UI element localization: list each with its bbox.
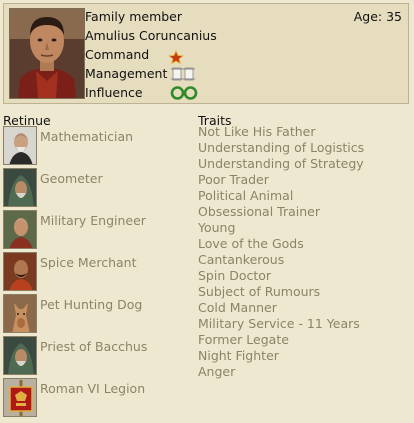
retinue-item-label: Geometer [40, 171, 103, 186]
retinue-item[interactable]: Spice Merchant [3, 252, 193, 293]
retinue-item[interactable]: Mathematician [3, 126, 193, 167]
trait-item[interactable]: Not Like His Father [198, 124, 364, 140]
dog-portrait[interactable] [3, 294, 37, 333]
trait-item[interactable]: Former Legate [198, 332, 364, 348]
trait-item[interactable]: Understanding of Logistics [198, 140, 364, 156]
scroll-icon[interactable] [170, 66, 196, 86]
priest-portrait[interactable] [3, 336, 37, 375]
trait-item[interactable]: Military Service - 11 Years [198, 316, 364, 332]
character-header: Family member Age: 35 Amulius Coruncaniu… [3, 3, 409, 104]
legion-standard[interactable] [3, 378, 37, 417]
geometer-portrait[interactable] [3, 168, 37, 207]
retinue-item[interactable]: Military Engineer [3, 210, 193, 251]
trait-item[interactable]: Cold Manner [198, 300, 364, 316]
trait-item[interactable]: Poor Trader [198, 172, 364, 188]
trait-item[interactable]: Cantankerous [198, 252, 364, 268]
retinue-item[interactable]: Pet Hunting Dog [3, 294, 193, 335]
trait-item[interactable]: Anger [198, 364, 364, 380]
influence-label: Influence [85, 85, 143, 100]
trait-item[interactable]: Night Fighter [198, 348, 364, 364]
traits-list: Not Like His Father Understanding of Log… [198, 124, 364, 380]
command-label: Command [85, 47, 150, 62]
merchant-portrait[interactable] [3, 252, 37, 291]
mathematician-portrait[interactable] [3, 126, 37, 165]
trait-item[interactable]: Understanding of Strategy [198, 156, 364, 172]
trait-item[interactable]: Subject of Rumours [198, 284, 364, 300]
management-label: Management [85, 66, 168, 81]
retinue-item-label: Priest of Bacchus [40, 339, 148, 354]
trait-item[interactable]: Political Animal [198, 188, 364, 204]
engineer-portrait[interactable] [3, 210, 37, 249]
trait-item[interactable]: Obsessional Trainer [198, 204, 364, 220]
laurel-icon[interactable] [170, 85, 198, 105]
retinue-item[interactable]: Geometer [3, 168, 193, 209]
retinue-item-label: Spice Merchant [40, 255, 137, 270]
trait-item[interactable]: Young [198, 220, 364, 236]
retinue-item-label: Roman VI Legion [40, 381, 146, 396]
panel-title: Family member [85, 9, 183, 24]
trait-item[interactable]: Spin Doctor [198, 268, 364, 284]
retinue-item[interactable]: Roman VI Legion [3, 378, 193, 419]
retinue-item-label: Military Engineer [40, 213, 146, 228]
retinue-item-label: Pet Hunting Dog [40, 297, 143, 312]
character-portrait[interactable] [9, 8, 85, 99]
retinue-item-label: Mathematician [40, 129, 134, 144]
trait-item[interactable]: Love of the Gods [198, 236, 364, 252]
character-name: Amulius Coruncanius [85, 28, 217, 43]
age-label: Age: 35 [353, 9, 402, 24]
retinue-item[interactable]: Priest of Bacchus [3, 336, 193, 377]
